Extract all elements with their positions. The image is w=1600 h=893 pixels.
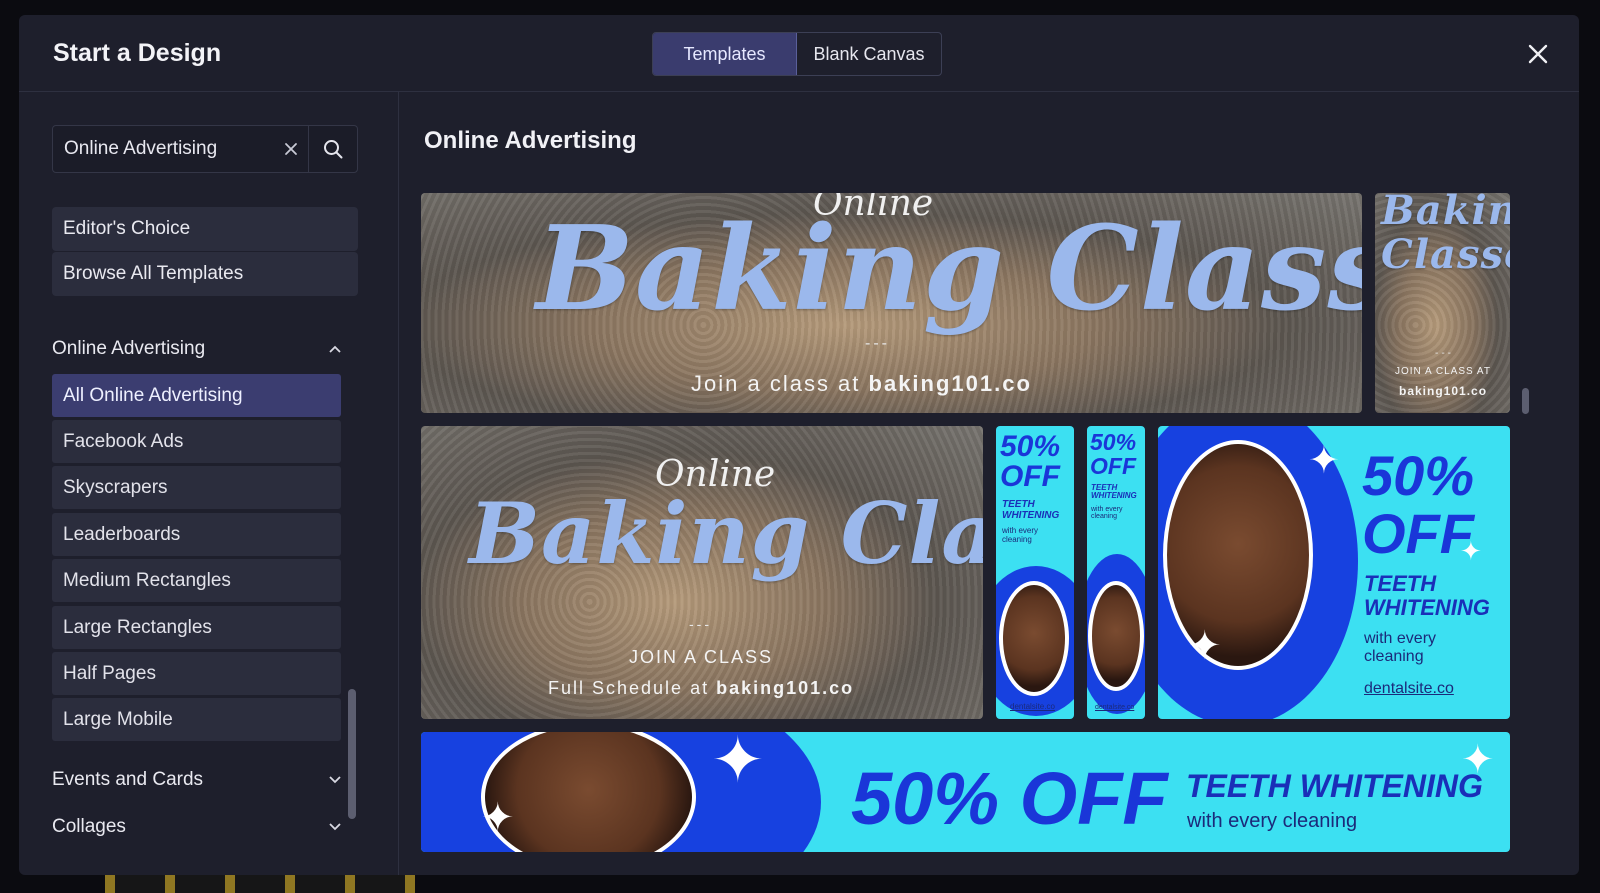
clear-icon[interactable]	[273, 126, 308, 172]
template-baking-medium-rectangle[interactable]: Online Baking Classes --- JOIN A CLASS F…	[421, 426, 983, 719]
template-url: dentalsite.co	[1095, 704, 1135, 711]
template-subtext: with every cleaning	[1187, 810, 1358, 832]
tab-blank-canvas[interactable]: Blank Canvas	[797, 33, 941, 75]
template-caption-line2: baking101.co	[1399, 384, 1488, 398]
category-sidebar: Editor's Choice Browse All Templates Onl…	[19, 92, 399, 875]
template-headline-line2: WHITENING	[1364, 595, 1490, 620]
template-baking-leaderboard[interactable]: Online Baking Classes --- Join a class a…	[421, 193, 1362, 413]
template-divider: ---	[689, 616, 712, 632]
chevron-down-icon	[328, 769, 342, 791]
section-label: Events and Cards	[52, 769, 204, 790]
template-headline: TEETH WHITENING	[1186, 768, 1483, 804]
template-offer-line1: 50%	[1362, 444, 1475, 507]
sidebar-item-skyscrapers[interactable]: Skyscrapers	[52, 466, 341, 509]
sparkle-icon: ✦	[1188, 624, 1222, 668]
template-dental-rectangle[interactable]: ✦ ✦ ✦ 50% OFF TEETH WHITENING with every…	[1158, 426, 1510, 719]
template-headline-line1: TEETH	[1364, 571, 1437, 596]
template-script-title: Baking Classes	[469, 484, 983, 583]
chevron-up-icon	[328, 338, 342, 360]
template-baking-skyscraper[interactable]: Baking Classes --- JOIN A CLASS AT bakin…	[1375, 193, 1510, 413]
template-offer-line2: OFF	[1362, 502, 1474, 565]
template-divider: ---	[1435, 348, 1454, 359]
section-events-and-cards[interactable]: Events and Cards	[52, 765, 342, 795]
template-subtext: with every cleaning	[1002, 526, 1039, 544]
gallery-scrollbar[interactable]	[1522, 388, 1529, 414]
template-headline: TEETH WHITENING	[1002, 499, 1060, 521]
template-caption-line2: Full Schedule at baking101.co	[548, 678, 855, 698]
template-offer: 50% OFF	[1000, 430, 1061, 493]
template-headline: TEETH WHITENING	[1091, 483, 1137, 501]
template-subtext-line2: cleaning	[1364, 648, 1424, 665]
template-url: dentalsite.co	[1010, 702, 1055, 711]
close-icon[interactable]	[1523, 39, 1553, 69]
template-dental-skyscraper-wide[interactable]: 50% OFF TEETH WHITENING with every clean…	[996, 426, 1074, 719]
modal-title: Start a Design	[53, 39, 222, 67]
template-photo	[1088, 581, 1144, 691]
search-box	[52, 125, 358, 173]
editors-choice-link[interactable]: Editor's Choice	[52, 207, 358, 251]
sparkle-icon: ✦	[481, 796, 515, 840]
template-caption: Join a class at baking101.co	[691, 371, 1032, 396]
template-dental-skyscraper-narrow[interactable]: 50% OFF TEETH WHITENING with every clean…	[1087, 426, 1145, 719]
template-offer: 50% OFF	[851, 757, 1168, 840]
sidebar-item-leaderboards[interactable]: Leaderboards	[52, 513, 341, 556]
template-subtext-line1: with every	[1364, 630, 1437, 647]
sparkle-icon: ✦	[711, 732, 765, 796]
sidebar-item-large-rectangles[interactable]: Large Rectangles	[52, 606, 341, 649]
template-dental-leaderboard[interactable]: ✦ ✦ ✦ 50% OFF TEETH WHITENING with every…	[421, 732, 1510, 852]
template-url: dentalsite.co	[1364, 680, 1454, 697]
sidebar-item-medium-rectangles[interactable]: Medium Rectangles	[52, 559, 341, 602]
modal-header: Start a Design Templates Blank Canvas	[19, 15, 1579, 92]
section-online-advertising[interactable]: Online Advertising	[52, 334, 342, 364]
search-icon[interactable]	[308, 126, 357, 172]
search-input[interactable]	[53, 126, 273, 172]
chevron-down-icon	[328, 816, 342, 838]
template-photo	[1163, 440, 1313, 670]
template-caption-line1: JOIN A CLASS	[629, 647, 774, 667]
sidebar-item-facebook-ads[interactable]: Facebook Ads	[52, 420, 341, 463]
section-label: Online Advertising	[52, 338, 206, 359]
gallery-title: Online Advertising	[424, 127, 637, 154]
template-divider: ---	[865, 335, 890, 352]
sidebar-item-half-pages[interactable]: Half Pages	[52, 652, 341, 695]
section-collages[interactable]: Collages	[52, 812, 342, 842]
template-caption-line1: JOIN A CLASS AT	[1395, 366, 1491, 377]
mode-switcher: Templates Blank Canvas	[652, 32, 942, 76]
sidebar-scrollbar[interactable]	[348, 689, 356, 819]
sparkle-icon: ✦	[1308, 440, 1340, 482]
template-script-title: Baking Classes	[536, 201, 1362, 337]
template-offer: 50% OFF	[1090, 429, 1137, 479]
browse-all-templates-link[interactable]: Browse All Templates	[52, 252, 358, 296]
template-script-title: Baking Classes	[1381, 193, 1510, 278]
template-gallery: Online Advertising Online Baking Classes…	[400, 92, 1579, 875]
template-photo	[999, 581, 1069, 696]
template-subtext: with every cleaning	[1091, 506, 1123, 520]
sidebar-item-all-online-advertising[interactable]: All Online Advertising	[52, 374, 341, 417]
section-label: Collages	[52, 816, 126, 837]
tab-templates[interactable]: Templates	[653, 33, 797, 75]
start-design-modal: Start a Design Templates Blank Canvas Ed…	[19, 15, 1579, 875]
sidebar-item-large-mobile[interactable]: Large Mobile	[52, 698, 341, 741]
